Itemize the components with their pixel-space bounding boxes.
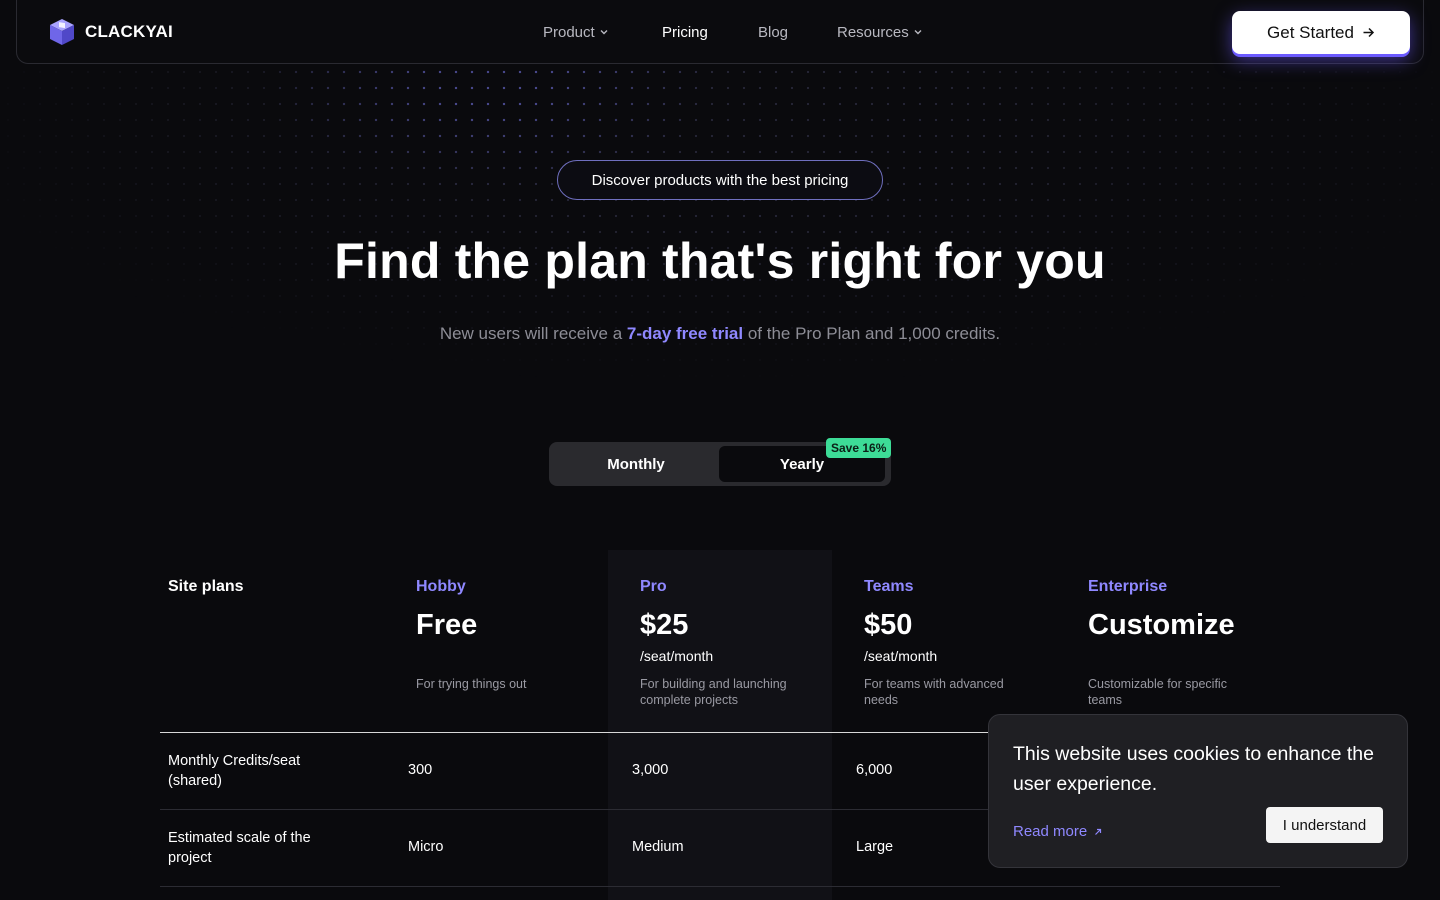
accept-cookies-button[interactable]: I understand	[1266, 807, 1383, 843]
table-cell: Medium	[632, 839, 684, 855]
hero-badge: Discover products with the best pricing	[557, 160, 883, 200]
cookie-banner: This website uses cookies to enhance the…	[988, 714, 1408, 868]
plan-price: Customize	[1088, 609, 1235, 641]
read-more-link[interactable]: Read more	[1013, 823, 1103, 840]
plan-period	[416, 648, 616, 666]
nav-item-product[interactable]: Product	[543, 24, 623, 41]
site-plans-label: Site plans	[168, 578, 244, 595]
plan-description: For teams with advanced needs	[864, 677, 1004, 707]
plan-description: For trying things out	[416, 677, 527, 691]
hero-subtitle: New users will receive a 7-day free tria…	[0, 324, 1440, 344]
table-cell: Large	[856, 839, 894, 855]
plan-period: /seat/month	[640, 648, 714, 664]
row-label-credits: Monthly Credits/seat (shared)	[168, 753, 301, 789]
plan-enterprise: Enterprise Customize Customizable for sp…	[1088, 578, 1288, 707]
toggle-monthly[interactable]: Monthly	[553, 446, 719, 482]
brand-name: CLACKYAI	[85, 22, 173, 41]
plan-pro: Pro $25 /seat/month For building and lau…	[640, 578, 840, 707]
cookie-message: This website uses cookies to enhance the…	[1013, 743, 1374, 795]
table-cell: 6,000	[856, 762, 893, 778]
plan-price: $50	[864, 609, 913, 641]
plan-name: Enterprise	[1088, 578, 1168, 595]
hero-subtitle-pre: New users will receive a	[439, 324, 627, 343]
top-navbar: CLACKYAI Product Pricing Blog Resources …	[16, 0, 1424, 64]
chevron-down-icon	[600, 30, 608, 35]
row-label-scale: Estimated scale of the project	[168, 830, 311, 866]
get-started-label: Get Started	[1267, 22, 1354, 42]
nav-item-label: Resources	[837, 23, 909, 41]
arrow-right-icon	[1363, 27, 1375, 38]
plan-period: /seat/month	[864, 648, 938, 664]
get-started-button[interactable]: Get Started	[1232, 11, 1410, 54]
plan-name: Hobby	[416, 578, 466, 595]
table-cell: 3,000	[632, 762, 669, 778]
hero-subtitle-post: of the Pro Plan and 1,000 credits.	[743, 324, 1001, 343]
nav-item-label: Blog	[758, 23, 789, 41]
brand-logo[interactable]: CLACKYAI	[47, 17, 173, 47]
plan-description: Customizable for specific teams	[1088, 677, 1227, 707]
plan-name: Teams	[864, 578, 914, 595]
nav-item-blog[interactable]: Blog	[758, 24, 798, 41]
plan-price: Free	[416, 609, 478, 641]
external-link-icon	[1095, 828, 1102, 835]
nav-item-label: Product	[543, 23, 595, 41]
plan-period	[1088, 648, 1288, 666]
chevron-down-icon	[914, 30, 922, 35]
save-badge: Save 16%	[826, 438, 892, 458]
plan-teams: Teams $50 /seat/month For teams with adv…	[864, 578, 1064, 707]
plan-hobby: Hobby Free For trying things out	[416, 578, 616, 691]
nav-item-resources[interactable]: Resources	[837, 24, 937, 41]
cube-logo-icon	[50, 19, 74, 45]
plan-description: For building and launching complete proj…	[640, 677, 787, 707]
table-cell: Micro	[408, 839, 444, 855]
hero-badge-text: Discover products with the best pricing	[591, 171, 849, 189]
plan-name: Pro	[640, 578, 667, 595]
page-title: Find the plan that's right for you	[334, 233, 1106, 289]
read-more-label: Read more	[1013, 823, 1088, 840]
nav-item-label: Pricing	[662, 23, 708, 41]
free-trial-highlight: 7-day free trial	[626, 324, 744, 343]
table-cell: 300	[408, 762, 433, 778]
plan-price: $25	[640, 609, 689, 641]
nav-item-pricing[interactable]: Pricing	[662, 24, 722, 41]
row-divider	[160, 886, 1280, 887]
